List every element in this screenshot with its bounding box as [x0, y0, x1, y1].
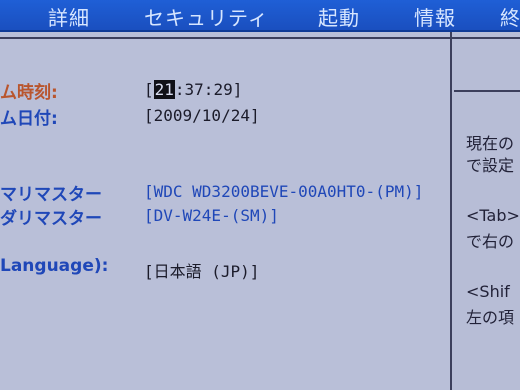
system-time-value[interactable]: [21:37:29]	[144, 80, 242, 99]
system-time-label: ム時刻:	[0, 83, 58, 103]
time-hour-cursor[interactable]: 21	[153, 80, 175, 99]
help-line-3: <Tab>	[466, 206, 520, 225]
help-line-6: 左の項	[466, 308, 515, 327]
menu-tab-boot[interactable]: 起動	[318, 2, 360, 31]
system-date-label: ム日付:	[0, 109, 58, 129]
menu-tab-info[interactable]: 情報	[414, 2, 456, 31]
menu-tab-advanced[interactable]: 詳細	[48, 2, 90, 31]
help-line-2: で設定	[466, 156, 515, 175]
secondary-master-value[interactable]: [DV-W24E-(SM)]	[144, 206, 279, 225]
help-line-5: <Shif	[466, 282, 510, 301]
help-line-1: 現在の	[466, 134, 515, 153]
language-value[interactable]: [日本語 (JP)]	[144, 258, 259, 282]
secondary-master-label: ダリマスター	[0, 209, 102, 229]
help-panel-rule	[454, 90, 520, 92]
bracket-open: [	[144, 80, 154, 99]
top-rule	[0, 37, 520, 39]
language-label: Language):	[0, 256, 109, 276]
menu-tab-exit[interactable]: 終	[500, 2, 520, 31]
menu-bar: 詳細 セキュリティ 起動 情報 終	[0, 0, 520, 32]
time-rest[interactable]: :37:29]	[175, 80, 242, 99]
help-line-4: で右の	[466, 232, 515, 251]
system-date-value[interactable]: [2009/10/24]	[144, 106, 260, 125]
primary-master-label: マリマスター	[0, 185, 102, 205]
menu-tab-security[interactable]: セキュリティ	[144, 2, 269, 31]
panel-divider	[450, 32, 452, 390]
primary-master-value[interactable]: [WDC WD3200BEVE-00A0HT0-(PM)]	[144, 182, 423, 201]
